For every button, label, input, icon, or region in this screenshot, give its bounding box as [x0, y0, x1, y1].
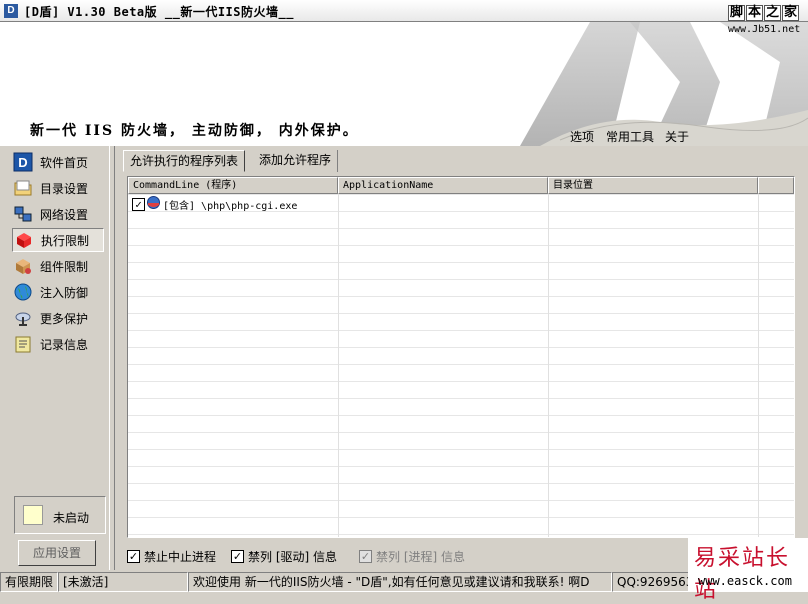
option-label: 禁列 [驱动] 信息	[248, 550, 337, 564]
cube-icon	[13, 229, 35, 251]
program-table: CommandLine (程序) ApplicationName 目录位置 ✓ …	[127, 176, 795, 538]
column-header-filler	[758, 177, 794, 194]
sidebar-item-label: 记录信息	[40, 337, 89, 352]
option-checkbox: ✓	[359, 550, 372, 563]
sidebar-item-label: 注入防御	[40, 285, 89, 300]
log-icon	[12, 333, 34, 355]
menu-about[interactable]: 关于	[665, 128, 689, 145]
sidebar-item-directory[interactable]: 目录设置	[12, 176, 104, 200]
option-hide-processes: ✓ 禁列 [进程] 信息	[359, 548, 465, 565]
option-hide-drivers[interactable]: ✓ 禁列 [驱动] 信息	[231, 548, 337, 565]
option-checkbox[interactable]: ✓	[231, 550, 244, 563]
menu-options[interactable]: 选项	[570, 128, 594, 145]
option-label: 禁列 [进程] 信息	[376, 550, 465, 564]
watermark-easck: 易采站长站 www.easck.com	[688, 538, 808, 603]
sidebar-item-label: 目录设置	[40, 181, 89, 196]
column-divider	[548, 194, 549, 537]
option-no-kill-process[interactable]: ✓ 禁止中止进程	[127, 548, 216, 565]
sidebar-item-label: 组件限制	[40, 259, 89, 274]
sidebar-item-component-limit[interactable]: 组件限制	[12, 254, 104, 278]
banner: 新一代 IIS 防火墙， 主动防御， 内外保护。 选项 常用工具 关于	[0, 22, 808, 146]
sidebar: D 软件首页 目录设置 网络设置 执行限制 组件限制 注入防御 更多保护 记录信…	[4, 146, 110, 570]
tab-allowed-programs[interactable]: 允许执行的程序列表	[123, 150, 246, 172]
watermark-char: 家	[782, 5, 800, 21]
sidebar-item-more-protection[interactable]: 更多保护	[12, 306, 104, 330]
sidebar-item-network[interactable]: 网络设置	[12, 202, 104, 226]
main-content: 允许执行的程序列表 添加允许程序 CommandLine (程序) Applic…	[114, 146, 806, 570]
tab-add-program[interactable]: 添加允许程序	[253, 150, 339, 172]
sidebar-item-exec-limit[interactable]: 执行限制	[12, 228, 104, 252]
banner-slogan: 新一代 IIS 防火墙， 主动防御， 内外保护。	[30, 123, 359, 139]
window-title: [D盾] V1.30 Beta版 __新一代IIS防火墙__	[24, 5, 294, 19]
globe-icon	[12, 281, 34, 303]
sidebar-item-label: 软件首页	[40, 155, 89, 170]
service-status: 未启动	[14, 496, 106, 534]
watermark-url: www.Jb51.net	[728, 24, 801, 35]
status-indicator	[23, 505, 43, 525]
watermark-char: 脚	[728, 5, 746, 21]
sidebar-item-home[interactable]: D 软件首页	[12, 150, 104, 174]
package-icon	[12, 255, 34, 277]
row-commandline: [包含] \php\php-cgi.exe	[163, 200, 298, 212]
status-bar: 有限期限 [未激活] 欢迎使用 新一代的IIS防火墙 - "D盾",如有任何意见…	[0, 572, 808, 592]
row-checkbox[interactable]: ✓	[132, 197, 145, 211]
menu-tools[interactable]: 常用工具	[606, 128, 654, 145]
option-checkbox[interactable]: ✓	[127, 550, 140, 563]
table-body	[128, 194, 794, 537]
status-license: 有限期限	[0, 572, 58, 592]
column-header-location[interactable]: 目录位置	[548, 177, 758, 194]
sidebar-item-label: 更多保护	[40, 311, 89, 326]
status-label: 未启动	[53, 511, 90, 525]
column-divider	[338, 194, 339, 537]
column-header-appname[interactable]: ApplicationName	[338, 177, 548, 194]
title-bar: D [D盾] V1.30 Beta版 __新一代IIS防火墙__	[0, 0, 808, 22]
sidebar-item-injection-defense[interactable]: 注入防御	[12, 280, 104, 304]
table-header: CommandLine (程序) ApplicationName 目录位置	[128, 177, 794, 194]
watermark-jb51: 脚本之家	[728, 5, 800, 21]
option-label: 禁止中止进程	[144, 550, 217, 564]
apply-settings-button[interactable]: 应用设置	[18, 540, 96, 566]
watermark-url: www.easck.com	[698, 574, 792, 588]
watermark-char: 本	[746, 5, 764, 21]
sidebar-item-label: 网络设置	[40, 207, 89, 222]
satellite-icon	[12, 307, 34, 329]
sidebar-item-log[interactable]: 记录信息	[12, 332, 104, 356]
process-icon	[147, 196, 160, 212]
column-divider	[758, 194, 759, 537]
network-icon	[12, 203, 34, 225]
watermark-title: 易采站长站	[694, 546, 791, 603]
svg-text:D: D	[18, 155, 27, 170]
folder-icon	[12, 177, 34, 199]
sidebar-item-label: 执行限制	[41, 233, 90, 248]
column-header-commandline[interactable]: CommandLine (程序)	[128, 177, 338, 194]
table-row[interactable]: ✓ [包含] \php\php-cgi.exe	[132, 196, 297, 212]
watermark-char: 之	[764, 5, 782, 21]
app-icon: D	[4, 4, 18, 18]
status-activation: [未激活]	[58, 572, 188, 592]
d-logo-icon: D	[12, 151, 34, 173]
status-message: 欢迎使用 新一代的IIS防火墙 - "D盾",如有任何意见或建议请和我联系! 啊…	[188, 572, 612, 592]
